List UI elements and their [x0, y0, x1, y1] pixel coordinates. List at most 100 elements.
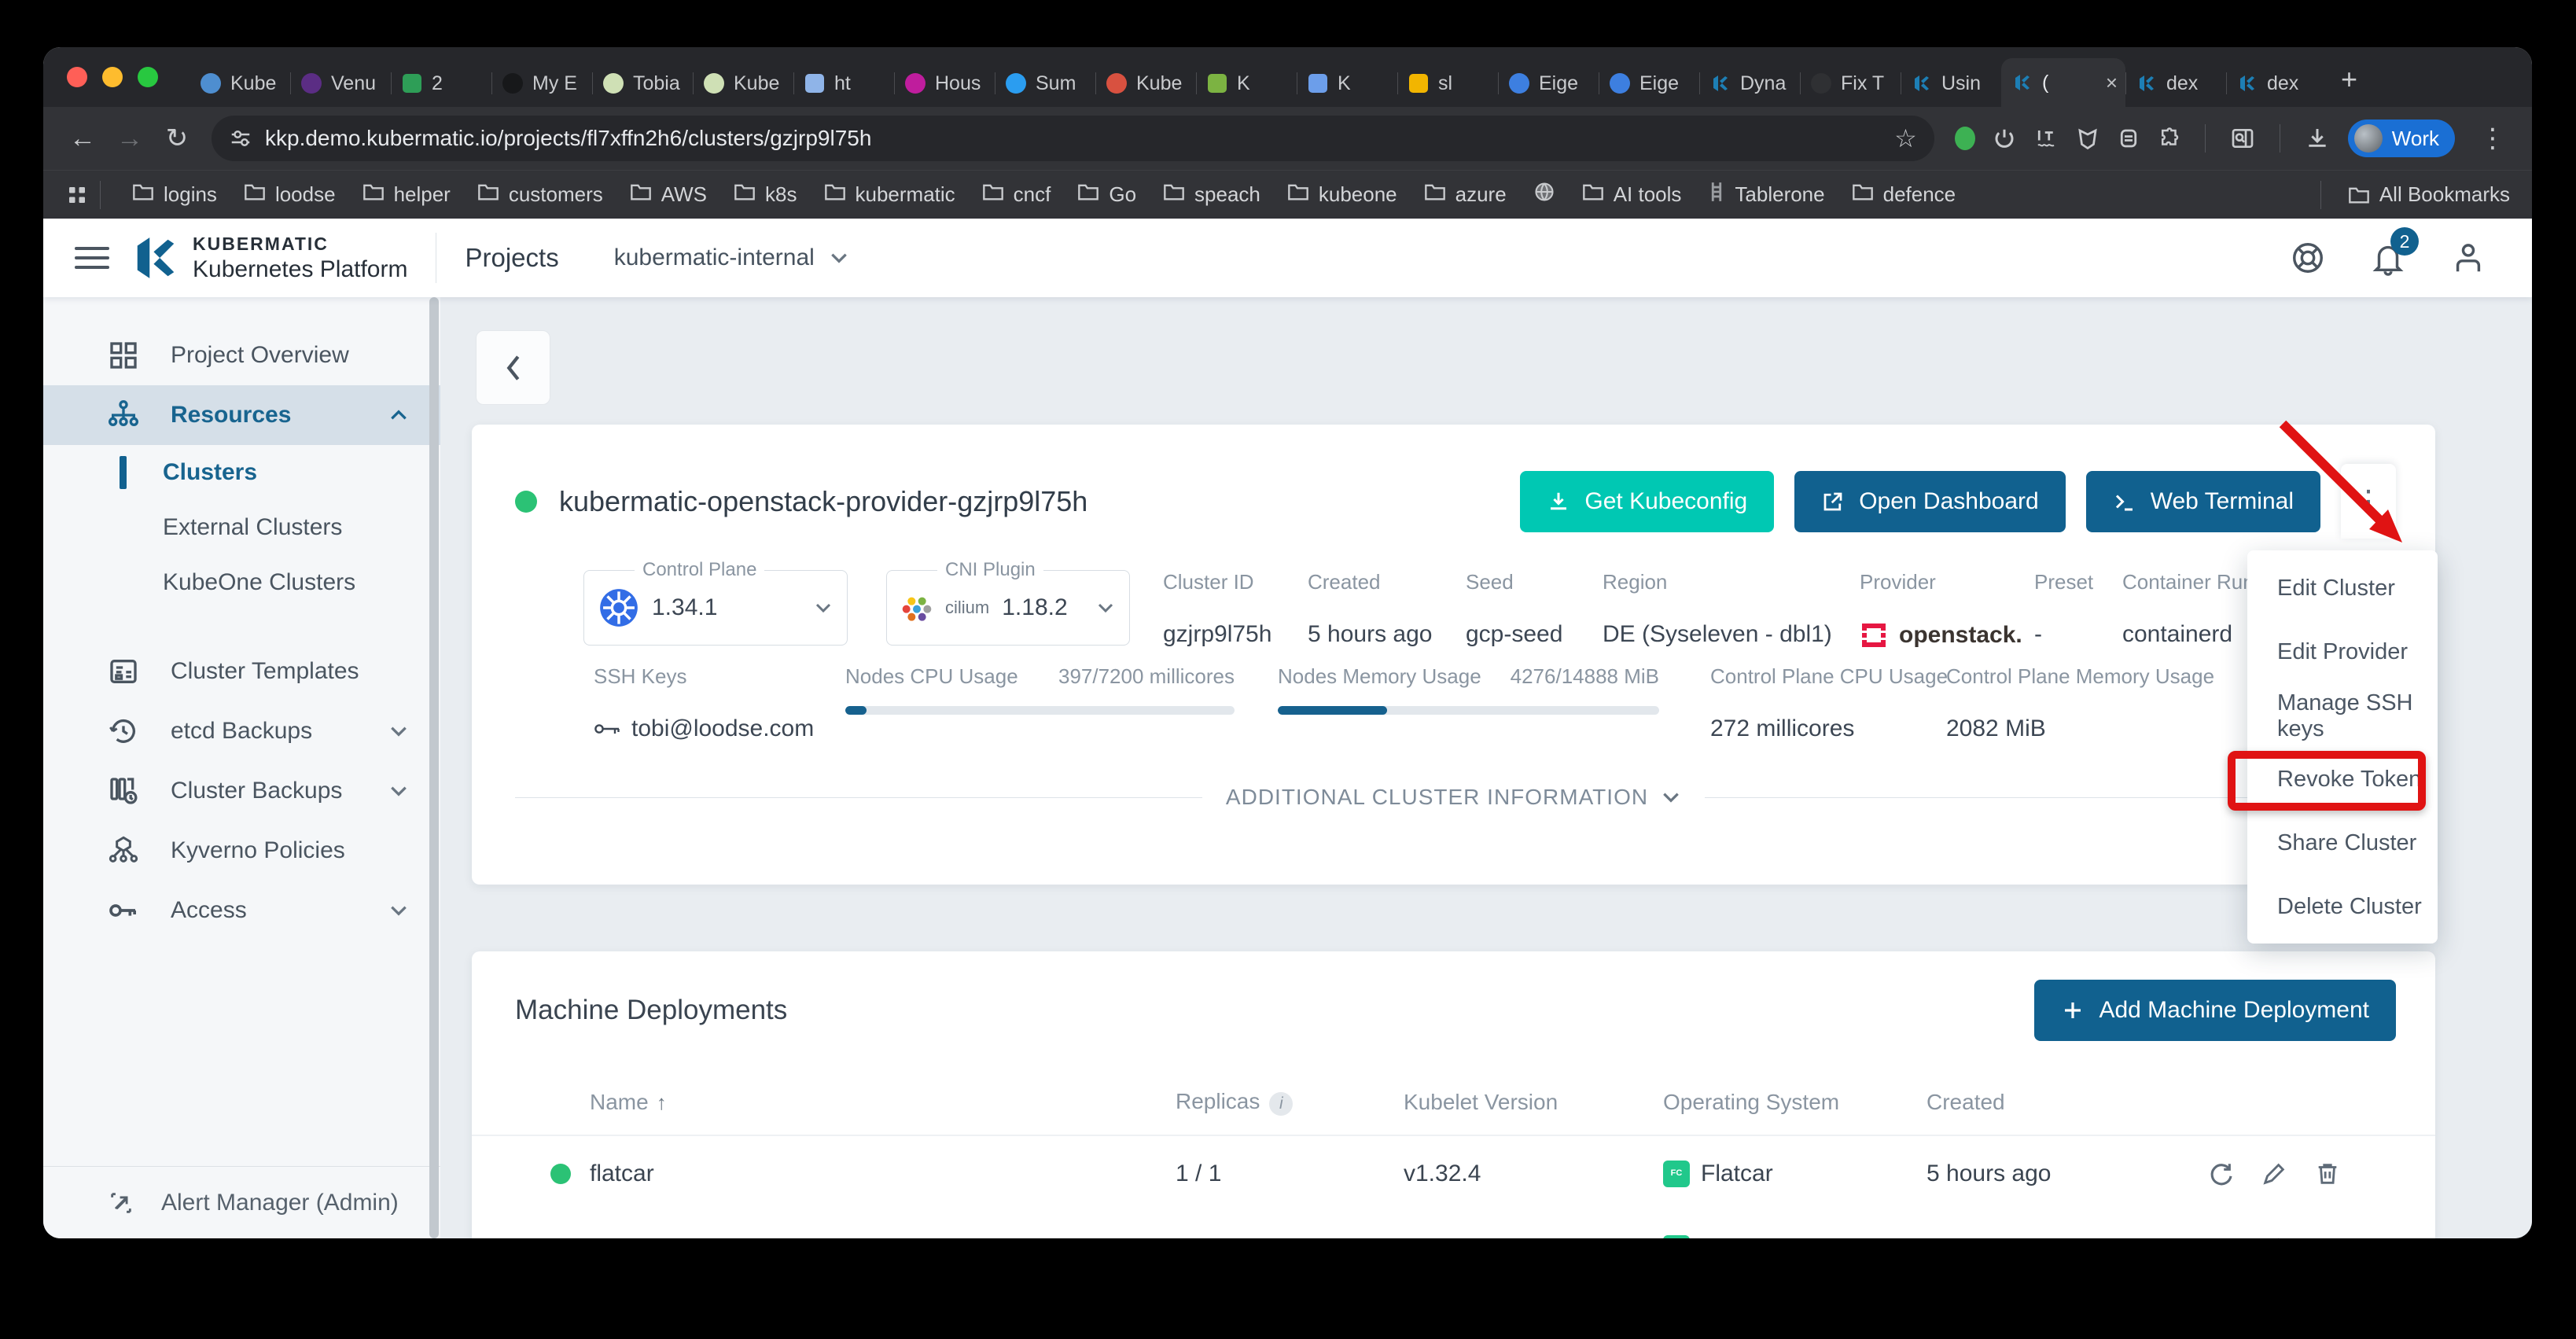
browser-tab[interactable]: Kube [190, 60, 290, 107]
new-tab-button[interactable]: + [2327, 63, 2372, 107]
bookmark-item[interactable]: loodse [244, 182, 336, 207]
bookmark-item[interactable]: Go [1077, 182, 1136, 207]
sidebar-item-resources[interactable]: Resources [43, 385, 440, 445]
browser-tab[interactable]: Eige [1599, 60, 1699, 107]
bookmark-item[interactable]: logins [132, 182, 217, 207]
row-name[interactable]: flatcar [590, 1161, 1176, 1187]
bookmark-item[interactable]: customers [477, 182, 603, 207]
bookmark-item[interactable]: speach [1163, 182, 1260, 207]
browser-tab[interactable]: Eige [1498, 60, 1599, 107]
col-os[interactable]: Operating System [1663, 1090, 1926, 1115]
bookmark-item[interactable]: AI tools [1582, 182, 1682, 207]
browser-tab[interactable]: Fix T [1800, 60, 1901, 107]
sidebar-item-etcd-backups[interactable]: etcd Backups [43, 701, 440, 761]
downloads-icon[interactable] [2304, 126, 2331, 151]
lt-extension-icon[interactable] [2033, 127, 2059, 150]
browser-tab[interactable]: Venu [290, 60, 391, 107]
zoom-window-button[interactable] [138, 67, 158, 87]
user-icon[interactable] [2450, 240, 2486, 276]
back-to-clusters-button[interactable] [476, 330, 550, 405]
menu-item-share-cluster[interactable]: Share Cluster [2247, 811, 2438, 875]
bookmark-item[interactable]: cncf [982, 182, 1051, 207]
apps-grid-icon[interactable] [65, 183, 89, 207]
browser-tab[interactable]: dex [2226, 60, 2327, 107]
sidebar-item-clusters[interactable]: Clusters [43, 445, 440, 500]
browser-tab[interactable]: 2 [391, 60, 491, 107]
project-selector[interactable]: kubermatic-internal [614, 245, 849, 271]
get-kubeconfig-button[interactable]: Get Kubeconfig [1520, 471, 1774, 532]
delete-icon[interactable] [2314, 1235, 2341, 1239]
cni-plugin-select[interactable]: CNI Plugin cilium 1.18.2 [886, 570, 1130, 646]
sidebar-item-external-clusters[interactable]: External Clusters [43, 500, 440, 555]
sidebar-item-cluster-backups[interactable]: Cluster Backups [43, 761, 440, 821]
browser-tab[interactable]: Hous [894, 60, 995, 107]
ssh-key-name[interactable]: tobi@loodse.com [631, 715, 814, 742]
bookmark-item[interactable]: AWS [630, 182, 707, 207]
col-kubelet[interactable]: Kubelet Version [1404, 1090, 1663, 1115]
fox-extension-icon[interactable] [2076, 127, 2099, 150]
address-bar[interactable]: kkp.demo.kubermatic.io/projects/fl7xffn2… [212, 116, 1934, 161]
table-row[interactable]: flatcar1 / 1v1.32.4FCFlatcar5 hours ago [472, 1136, 2435, 1211]
row-name[interactable]: flatcar-18-11-25 [590, 1235, 1176, 1239]
additional-cluster-information-toggle[interactable]: ADDITIONAL CLUSTER INFORMATION [515, 785, 2392, 810]
menu-item-manage-ssh-keys[interactable]: Manage SSH keys [2247, 684, 2438, 748]
bookmark-item[interactable]: azure [1424, 182, 1507, 207]
notifications-button[interactable]: 2 [2370, 240, 2406, 276]
browser-tab[interactable]: dex [2125, 60, 2226, 107]
extensions-puzzle-icon[interactable] [2158, 127, 2181, 150]
reload-icon[interactable]: ↻ [156, 123, 197, 154]
restart-icon[interactable] [2207, 1235, 2234, 1239]
sidebar-scrollbar[interactable] [429, 297, 439, 1238]
col-name[interactable]: Name↑ [590, 1090, 1176, 1115]
browser-tab[interactable]: Dyna [1699, 60, 1800, 107]
hamburger-menu-icon[interactable] [75, 241, 109, 275]
sidebar-item-kyverno-policies[interactable]: Kyverno Policies [43, 821, 440, 881]
profile-chip[interactable]: Work [2348, 120, 2455, 157]
browser-tab[interactable]: K [1297, 60, 1397, 107]
bookmark-item[interactable]: defence [1852, 182, 1956, 207]
sidebar-item-project-overview[interactable]: Project Overview [43, 326, 440, 385]
url-text[interactable]: kkp.demo.kubermatic.io/projects/fl7xffn2… [265, 126, 1882, 151]
browser-tab[interactable]: K [1196, 60, 1297, 107]
bookmark-item[interactable]: k8s [734, 182, 797, 207]
open-dashboard-button[interactable]: Open Dashboard [1794, 471, 2066, 532]
delete-icon[interactable] [2314, 1161, 2341, 1187]
sidebar-item-alert-manager[interactable]: Alert Manager (Admin) [43, 1166, 440, 1238]
bookmark-item[interactable]: helper [362, 182, 451, 207]
minimize-window-button[interactable] [102, 67, 123, 87]
help-lifebuoy-icon[interactable] [2290, 240, 2326, 276]
all-bookmarks-button[interactable]: All Bookmarks [2348, 182, 2510, 207]
bookmark-item[interactable]: kubeone [1287, 182, 1397, 207]
browser-tab[interactable]: Sum [995, 60, 1095, 107]
reader-extension-icon[interactable] [2117, 127, 2140, 150]
browser-tab[interactable]: My E [491, 60, 592, 107]
bookmark-item[interactable] [1533, 181, 1555, 208]
bookmark-star-icon[interactable]: ☆ [1894, 123, 1917, 153]
forward-icon[interactable]: → [109, 123, 150, 154]
tune-icon[interactable] [229, 127, 252, 150]
tab-close-icon[interactable]: × [2106, 71, 2118, 95]
back-icon[interactable]: ← [62, 123, 103, 154]
info-icon[interactable]: i [1269, 1092, 1293, 1116]
sidebar-item-cluster-templates[interactable]: Cluster Templates [43, 642, 440, 701]
languagetool-extension-icon[interactable] [1955, 128, 1975, 149]
sidebar-item-kubeone-clusters[interactable]: KubeOne Clusters [43, 555, 440, 610]
bookmark-item[interactable]: kubermatic [824, 182, 955, 207]
browser-menu-icon[interactable]: ⋮ [2472, 123, 2513, 154]
edit-icon[interactable] [2261, 1235, 2287, 1239]
kubermatic-brand[interactable]: KUBERMATIC Kubernetes Platform [131, 234, 407, 283]
edit-icon[interactable] [2261, 1161, 2287, 1187]
control-plane-select[interactable]: Control Plane 1.34.1 [583, 570, 848, 646]
browser-tab[interactable]: Kube [693, 60, 793, 107]
power-extension-icon[interactable] [1993, 127, 2016, 150]
browser-tab[interactable]: Usin [1901, 60, 2001, 107]
sidebar-item-access[interactable]: Access [43, 881, 440, 940]
col-replicas[interactable]: Replicasi [1176, 1089, 1404, 1116]
bookmark-item[interactable]: Tablerone [1708, 182, 1824, 208]
menu-item-delete-cluster[interactable]: Delete Cluster [2247, 875, 2438, 939]
browser-tab[interactable]: (× [2001, 58, 2125, 107]
menu-item-edit-provider[interactable]: Edit Provider [2247, 620, 2438, 684]
col-created[interactable]: Created [1926, 1090, 2194, 1115]
close-window-button[interactable] [67, 67, 87, 87]
add-machine-deployment-button[interactable]: Add Machine Deployment [2034, 980, 2396, 1041]
